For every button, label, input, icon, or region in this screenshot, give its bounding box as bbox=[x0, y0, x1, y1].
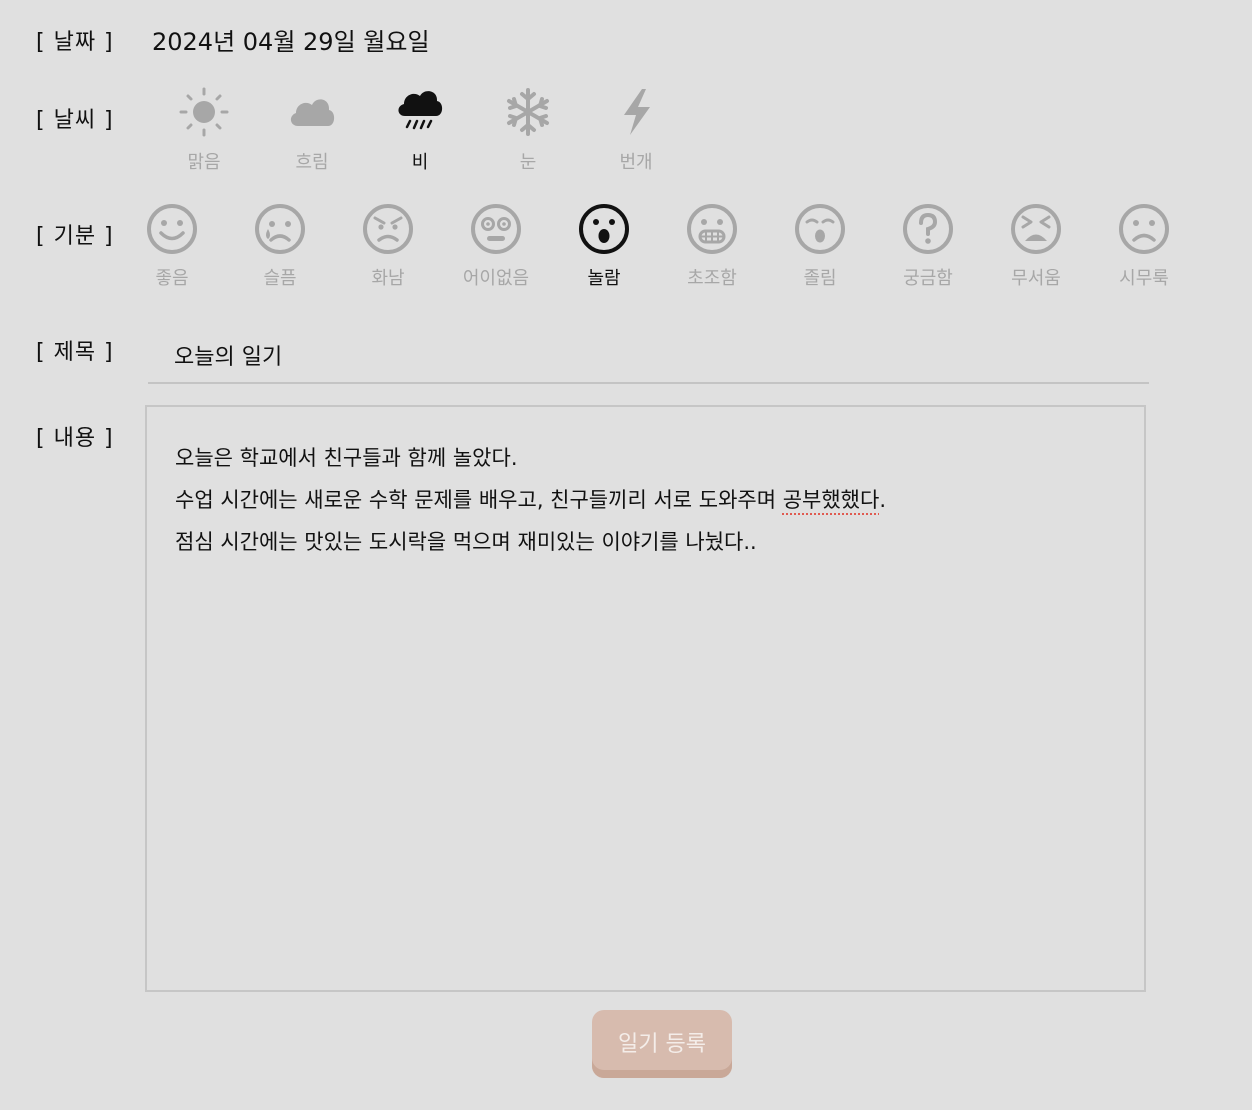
spellcheck-flagged-word: 공부했했다 bbox=[782, 488, 880, 512]
weather-option-lightning[interactable]: 번개 bbox=[582, 86, 690, 174]
mood-option-label: 시무룩 bbox=[1119, 268, 1169, 289]
mood-label: [ 기분 ] bbox=[36, 224, 114, 249]
diary-form: [ 날짜 ] 2024년 04월 29일 월요일 [ 날씨 ] 맑음 흐림 비 … bbox=[0, 0, 1252, 1110]
mood-option-label: 화남 bbox=[371, 268, 405, 289]
mood-option-label: 놀람 bbox=[587, 268, 621, 289]
mood-option-sulky[interactable]: 시무룩 bbox=[1090, 202, 1198, 290]
mood-option-sad[interactable]: 슬픔 bbox=[226, 202, 334, 290]
weather-options: 맑음 흐림 비 눈 번개 bbox=[150, 86, 690, 174]
weather-option-sunny[interactable]: 맑음 bbox=[150, 86, 258, 174]
mood-option-angry[interactable]: 화남 bbox=[334, 202, 442, 290]
mood-option-label: 좋음 bbox=[155, 268, 189, 289]
mood-option-label: 어이없음 bbox=[462, 268, 530, 289]
mood-option-label: 무서움 bbox=[1011, 268, 1061, 289]
sleepy-face-icon bbox=[795, 204, 845, 254]
submit-diary-button[interactable]: 일기 등록 bbox=[592, 1010, 732, 1078]
weather-option-label: 비 bbox=[411, 152, 429, 173]
mood-option-label: 졸림 bbox=[803, 268, 837, 289]
date-label: [ 날짜 ] bbox=[36, 30, 114, 55]
weather-option-label: 눈 bbox=[519, 152, 537, 173]
sun-icon bbox=[179, 87, 229, 137]
weather-option-label: 맑음 bbox=[187, 152, 221, 173]
weather-option-snow[interactable]: 눈 bbox=[474, 86, 582, 174]
sulky-face-icon bbox=[1119, 204, 1169, 254]
content-label: [ 내용 ] bbox=[36, 426, 114, 451]
content-textarea[interactable]: 오늘은 학교에서 친구들과 함께 놀았다. 수업 시간에는 새로운 수학 문제를… bbox=[145, 405, 1146, 992]
mood-option-dumbfounded[interactable]: 어이없음 bbox=[442, 202, 550, 290]
dumbfounded-face-icon bbox=[471, 204, 521, 254]
weather-option-rain[interactable]: 비 bbox=[366, 86, 474, 174]
mood-option-label: 초조함 bbox=[687, 268, 737, 289]
sad-face-icon bbox=[255, 204, 305, 254]
weather-option-label: 흐림 bbox=[295, 152, 329, 173]
surprised-face-icon bbox=[579, 204, 629, 254]
question-face-icon bbox=[903, 204, 953, 254]
cloud-icon bbox=[290, 99, 335, 126]
content-line: 오늘은 학교에서 친구들과 함께 놀았다. bbox=[175, 446, 518, 470]
mood-option-surprised[interactable]: 놀람 bbox=[550, 202, 658, 290]
weather-label: [ 날씨 ] bbox=[36, 108, 114, 133]
content-line: 수업 시간에는 새로운 수학 문제를 배우고, 친구들끼리 서로 도와주며 공부… bbox=[175, 479, 1116, 521]
mood-option-nervous[interactable]: 초조함 bbox=[658, 202, 766, 290]
weather-option-label: 번개 bbox=[619, 152, 653, 173]
snow-icon bbox=[507, 88, 549, 136]
date-value: 2024년 04월 29일 월요일 bbox=[152, 28, 430, 56]
mood-option-label: 궁금함 bbox=[903, 268, 953, 289]
scared-face-icon bbox=[1011, 204, 1061, 254]
angry-face-icon bbox=[363, 204, 413, 254]
mood-option-label: 슬픔 bbox=[263, 268, 297, 289]
content-text: . bbox=[879, 488, 887, 512]
content-line: 점심 시간에는 맛있는 도시락을 먹으며 재미있는 이야기를 나눴다.. bbox=[175, 530, 757, 554]
mood-option-scared[interactable]: 무서움 bbox=[982, 202, 1090, 290]
content-text: 수업 시간에는 새로운 수학 문제를 배우고, 친구들끼리 서로 도와주며 bbox=[175, 488, 783, 512]
title-input[interactable] bbox=[148, 328, 1149, 384]
weather-option-cloudy[interactable]: 흐림 bbox=[258, 86, 366, 174]
mood-options: 좋음 슬픔 화남 어이없음 놀람 초조함 졸림 궁금함 무서움 시무룩 bbox=[118, 202, 1198, 290]
nervous-face-icon bbox=[687, 204, 737, 254]
mood-option-sleepy[interactable]: 졸림 bbox=[766, 202, 874, 290]
mood-option-curious[interactable]: 궁금함 bbox=[874, 202, 982, 290]
rain-icon bbox=[398, 91, 443, 130]
lightning-icon bbox=[624, 89, 650, 135]
mood-option-good[interactable]: 좋음 bbox=[118, 202, 226, 290]
smile-face-icon bbox=[147, 204, 197, 254]
title-label: [ 제목 ] bbox=[36, 340, 114, 365]
